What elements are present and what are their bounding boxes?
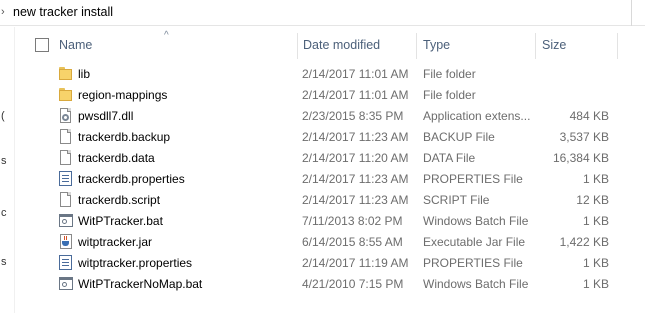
- dll-icon: [58, 108, 74, 124]
- column-header-date-modified[interactable]: Date modified: [303, 38, 380, 52]
- column-separator[interactable]: [416, 33, 417, 59]
- file-name[interactable]: region-mappings: [78, 88, 167, 102]
- batch-file-icon: [58, 276, 74, 292]
- sort-ascending-icon: ^: [164, 30, 169, 41]
- file-row[interactable]: WitPTrackerNoMap.bat 4/21/2010 7:15 PM W…: [14, 273, 634, 294]
- file-size: 3,537 KB: [559, 130, 609, 144]
- file-name[interactable]: trackerdb.script: [78, 193, 160, 207]
- breadcrumb-current-folder[interactable]: new tracker install: [13, 5, 113, 19]
- file-date-modified: 2/14/2017 11:23 AM: [302, 172, 409, 186]
- file-name[interactable]: trackerdb.data: [78, 151, 155, 165]
- column-separator[interactable]: [617, 33, 618, 59]
- file-size: 1,422 KB: [559, 235, 609, 249]
- file-name[interactable]: WitPTrackerNoMap.bat: [78, 277, 202, 291]
- file-size: 16,384 KB: [552, 151, 609, 165]
- breadcrumb-chevron-icon[interactable]: ›: [1, 6, 5, 18]
- address-divider: [631, 0, 632, 26]
- file-size: 1 KB: [582, 214, 609, 228]
- folder-icon: [58, 66, 74, 82]
- file-type: BACKUP File: [423, 130, 495, 144]
- file-row[interactable]: trackerdb.data 2/14/2017 11:20 AM DATA F…: [14, 147, 634, 168]
- file-name[interactable]: trackerdb.properties: [78, 172, 185, 186]
- select-all-checkbox[interactable]: [35, 38, 49, 52]
- file-type: SCRIPT File: [423, 193, 490, 207]
- column-header-type[interactable]: Type: [423, 38, 450, 52]
- file-row[interactable]: WitPTracker.bat 7/11/2013 8:02 PM Window…: [14, 210, 634, 231]
- batch-file-icon: [58, 213, 74, 229]
- file-row[interactable]: trackerdb.backup 2/14/2017 11:23 AM BACK…: [14, 126, 634, 147]
- column-separator[interactable]: [535, 33, 536, 59]
- file-row[interactable]: trackerdb.script 2/14/2017 11:23 AM SCRI…: [14, 189, 634, 210]
- file-size: 1 KB: [582, 277, 609, 291]
- nav-pane-glyph: s: [1, 256, 7, 268]
- file-row[interactable]: region-mappings 2/14/2017 11:01 AM File …: [14, 84, 634, 105]
- file-name[interactable]: WitPTracker.bat: [78, 214, 163, 228]
- nav-pane-glyph: (: [1, 110, 5, 122]
- file-date-modified: 2/14/2017 11:01 AM: [302, 88, 409, 102]
- column-header-row: ^ Name Date modified Type Size: [14, 30, 645, 59]
- document-icon: [58, 129, 74, 145]
- file-row[interactable]: lib 2/14/2017 11:01 AM File folder: [14, 63, 634, 84]
- file-row[interactable]: witptracker.properties 2/14/2017 11:19 A…: [14, 252, 634, 273]
- file-type: File folder: [423, 67, 476, 81]
- document-icon: [58, 192, 74, 208]
- file-size: 484 KB: [569, 109, 609, 123]
- navigation-pane[interactable]: ( s c s: [0, 27, 15, 313]
- file-size: 1 KB: [582, 256, 609, 270]
- file-date-modified: 2/14/2017 11:19 AM: [302, 256, 409, 270]
- file-name[interactable]: pwsdll7.dll: [78, 109, 133, 123]
- file-name[interactable]: trackerdb.backup: [78, 130, 170, 144]
- file-name[interactable]: lib: [78, 67, 90, 81]
- file-date-modified: 2/14/2017 11:23 AM: [302, 193, 409, 207]
- file-date-modified: 2/14/2017 11:23 AM: [302, 130, 409, 144]
- column-header-size[interactable]: Size: [542, 38, 566, 52]
- file-size: 1 KB: [582, 172, 609, 186]
- nav-pane-glyph: c: [1, 207, 7, 219]
- address-bar[interactable]: › new tracker install: [0, 0, 645, 26]
- file-date-modified: 6/14/2015 8:55 AM: [302, 235, 403, 249]
- file-row[interactable]: trackerdb.properties 2/14/2017 11:23 AM …: [14, 168, 634, 189]
- file-type: Windows Batch File: [423, 214, 529, 228]
- file-name[interactable]: witptracker.properties: [78, 256, 192, 270]
- column-separator[interactable]: [297, 33, 298, 59]
- file-type: PROPERTIES File: [423, 172, 523, 186]
- file-date-modified: 4/21/2010 7:15 PM: [302, 277, 404, 291]
- nav-pane-glyph: s: [1, 155, 7, 167]
- file-type: File folder: [423, 88, 476, 102]
- file-row[interactable]: witptracker.jar 6/14/2015 8:55 AM Execut…: [14, 231, 634, 252]
- file-size: 12 KB: [576, 193, 609, 207]
- folder-icon: [58, 87, 74, 103]
- java-jar-icon: [58, 234, 74, 250]
- file-type: DATA File: [423, 151, 476, 165]
- column-header-name[interactable]: Name: [59, 38, 92, 52]
- properties-icon: [58, 255, 74, 271]
- file-date-modified: 2/14/2017 11:01 AM: [302, 67, 409, 81]
- file-name[interactable]: witptracker.jar: [78, 235, 152, 249]
- file-date-modified: 7/11/2013 8:02 PM: [302, 214, 403, 228]
- file-type: PROPERTIES File: [423, 256, 523, 270]
- file-date-modified: 2/14/2017 11:20 AM: [302, 151, 409, 165]
- file-date-modified: 2/23/2015 8:35 PM: [302, 109, 404, 123]
- file-type: Windows Batch File: [423, 277, 529, 291]
- file-row[interactable]: pwsdll7.dll 2/23/2015 8:35 PM Applicatio…: [14, 105, 634, 126]
- document-icon: [58, 150, 74, 166]
- file-type: Executable Jar File: [423, 235, 526, 249]
- properties-icon: [58, 171, 74, 187]
- file-type: Application extens...: [423, 109, 531, 123]
